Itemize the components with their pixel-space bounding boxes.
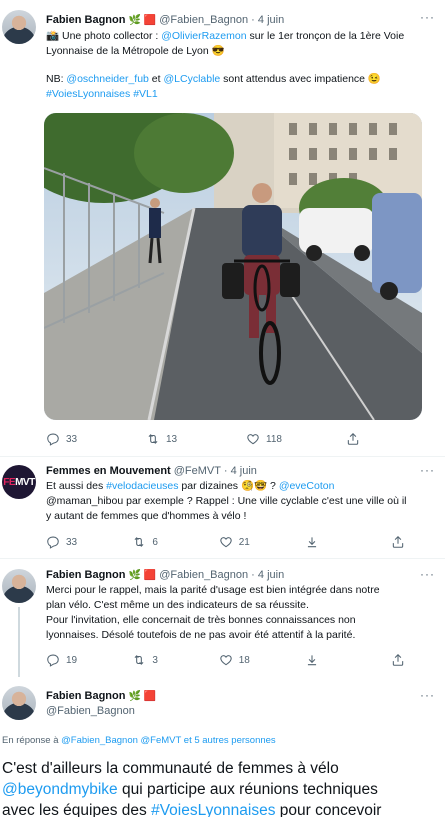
wink-emoji: 😉 xyxy=(367,73,381,85)
tweet-actions: 33 13 118 xyxy=(46,431,426,447)
reply-icon xyxy=(47,433,59,446)
hashtag-link[interactable]: #VoiesLyonnaises xyxy=(151,802,275,817)
author-handle[interactable]: @Fabien_Bagnon xyxy=(159,569,248,581)
tweet-3[interactable]: Fabien Bagnon 🌿 🟥 @Fabien_Bagnon · 4 jui… xyxy=(0,559,445,677)
retweet-icon xyxy=(134,655,144,665)
tweet-header: Fabien Bagnon 🌿 🟥 xyxy=(46,688,156,704)
share-button[interactable] xyxy=(346,432,386,446)
sunglasses-emoji: 😎 xyxy=(211,45,225,57)
retweet-button[interactable]: 6 xyxy=(132,535,218,549)
share-icon xyxy=(347,433,359,445)
author-handle[interactable]: @Fabien_Bagnon xyxy=(159,14,248,26)
tweet-4-focused[interactable]: Fabien Bagnon 🌿 🟥 @Fabien_Bagnon ··· En … xyxy=(0,676,445,817)
more-icon[interactable]: ··· xyxy=(420,688,435,702)
avatar[interactable]: FEMVT xyxy=(2,465,36,499)
author-handle[interactable]: @FeMVT xyxy=(174,465,221,477)
download-icon xyxy=(307,655,317,666)
share-button[interactable] xyxy=(391,535,426,549)
mention-link[interactable]: @OlivierRazemon xyxy=(161,30,246,42)
timestamp[interactable]: 4 juin xyxy=(258,14,284,26)
hashtag-link[interactable]: #VL1 xyxy=(133,88,158,100)
reply-icon xyxy=(47,536,59,549)
more-icon[interactable]: ··· xyxy=(420,567,435,581)
separator: · xyxy=(223,465,228,477)
tweet-actions: 33 6 21 xyxy=(46,534,426,550)
avatar[interactable] xyxy=(2,569,36,603)
like-button[interactable]: 118 xyxy=(246,432,346,446)
tweet-header: Fabien Bagnon 🌿 🟥 @Fabien_Bagnon · 4 jui… xyxy=(46,12,284,28)
reply-button[interactable]: 33 xyxy=(46,535,132,549)
like-button[interactable]: 18 xyxy=(219,653,305,667)
reply-count: 19 xyxy=(66,654,78,666)
author-badges: 🌿 🟥 xyxy=(128,570,157,581)
separator: · xyxy=(251,14,255,26)
mention-link[interactable]: @eveCoton xyxy=(279,480,335,492)
like-icon xyxy=(220,537,232,548)
avatar[interactable] xyxy=(2,10,36,44)
author-name[interactable]: Fabien Bagnon xyxy=(46,14,125,26)
separator: · xyxy=(251,569,255,581)
timestamp[interactable]: 4 juin xyxy=(231,465,257,477)
tweet-text: Et aussi des #velodacieuses par dizaines… xyxy=(46,480,407,522)
reply-context: En réponse à @Fabien_Bagnon @FeMVT et 5 … xyxy=(2,735,276,746)
download-button[interactable] xyxy=(305,653,391,667)
like-count: 18 xyxy=(238,654,250,666)
download-icon xyxy=(307,537,317,548)
like-icon xyxy=(220,655,232,666)
tweet-text: C'est d'ailleurs la communauté de femmes… xyxy=(2,760,382,817)
tweet-photo[interactable] xyxy=(44,113,422,420)
share-icon xyxy=(393,536,404,548)
mention-link[interactable]: @oschneider_fub xyxy=(66,73,148,85)
hashtag-link[interactable]: #VoiesLyonnaises xyxy=(46,88,130,100)
timestamp[interactable]: 4 juin xyxy=(258,569,284,581)
retweet-icon xyxy=(148,434,158,444)
tweet-2[interactable]: FEMVT Femmes en Mouvement @FeMVT · 4 jui… xyxy=(0,457,445,560)
mention-link[interactable]: @LCyclable xyxy=(163,73,220,85)
thread-line xyxy=(18,607,20,677)
share-icon xyxy=(393,654,404,666)
retweet-count: 3 xyxy=(152,654,158,666)
like-icon xyxy=(247,434,259,445)
tweet-text: Merci pour le rappel, mais la parité d'u… xyxy=(46,584,380,641)
retweet-button[interactable]: 13 xyxy=(146,432,246,446)
tweet-1[interactable]: Fabien Bagnon 🌿 🟥 @Fabien_Bagnon · 4 jui… xyxy=(0,0,445,455)
tweet-actions: 19 3 18 xyxy=(46,652,426,668)
bike-lane-photo xyxy=(44,113,422,420)
reply-button[interactable]: 33 xyxy=(46,432,146,446)
other-people-link[interactable]: et 5 autres personnes xyxy=(181,735,276,746)
retweet-icon xyxy=(134,537,144,547)
reply-icon xyxy=(47,654,59,667)
retweet-count: 13 xyxy=(166,433,178,445)
share-button[interactable] xyxy=(391,653,426,667)
hashtag-link[interactable]: #velodacieuses xyxy=(106,480,178,492)
author-name[interactable]: Femmes en Mouvement xyxy=(46,465,171,477)
retweet-button[interactable]: 3 xyxy=(132,653,218,667)
reply-count: 33 xyxy=(66,536,78,548)
retweet-count: 6 xyxy=(152,536,158,548)
author-badges: 🌿 🟥 xyxy=(128,15,157,26)
reply-to-link[interactable]: @Fabien_Bagnon @FeMVT xyxy=(61,735,181,746)
author-handle[interactable]: @Fabien_Bagnon xyxy=(46,703,135,719)
tweet-header: Femmes en Mouvement @FeMVT · 4 juin xyxy=(46,463,257,479)
avatar-logo: FEMVT xyxy=(3,476,35,488)
more-icon[interactable]: ··· xyxy=(420,10,435,24)
tweet-header: Fabien Bagnon 🌿 🟥 @Fabien_Bagnon · 4 jui… xyxy=(46,567,284,583)
author-name[interactable]: Fabien Bagnon xyxy=(46,569,125,581)
reply-count: 33 xyxy=(66,433,78,445)
author-name[interactable]: Fabien Bagnon xyxy=(46,690,125,702)
tweet-text: 📸 Une photo collector : @OlivierRazemon … xyxy=(46,30,405,100)
download-button[interactable] xyxy=(305,535,391,549)
avatar[interactable] xyxy=(2,686,36,720)
more-icon[interactable]: ··· xyxy=(420,463,435,477)
reply-button[interactable]: 19 xyxy=(46,653,132,667)
like-button[interactable]: 21 xyxy=(219,535,305,549)
mention-link[interactable]: @beyondmybike xyxy=(2,781,118,798)
camera-emoji: 📸 xyxy=(46,30,60,42)
like-count: 21 xyxy=(238,536,250,548)
like-count: 118 xyxy=(266,433,282,445)
face-emoji: 🧐🤓 xyxy=(240,480,268,492)
